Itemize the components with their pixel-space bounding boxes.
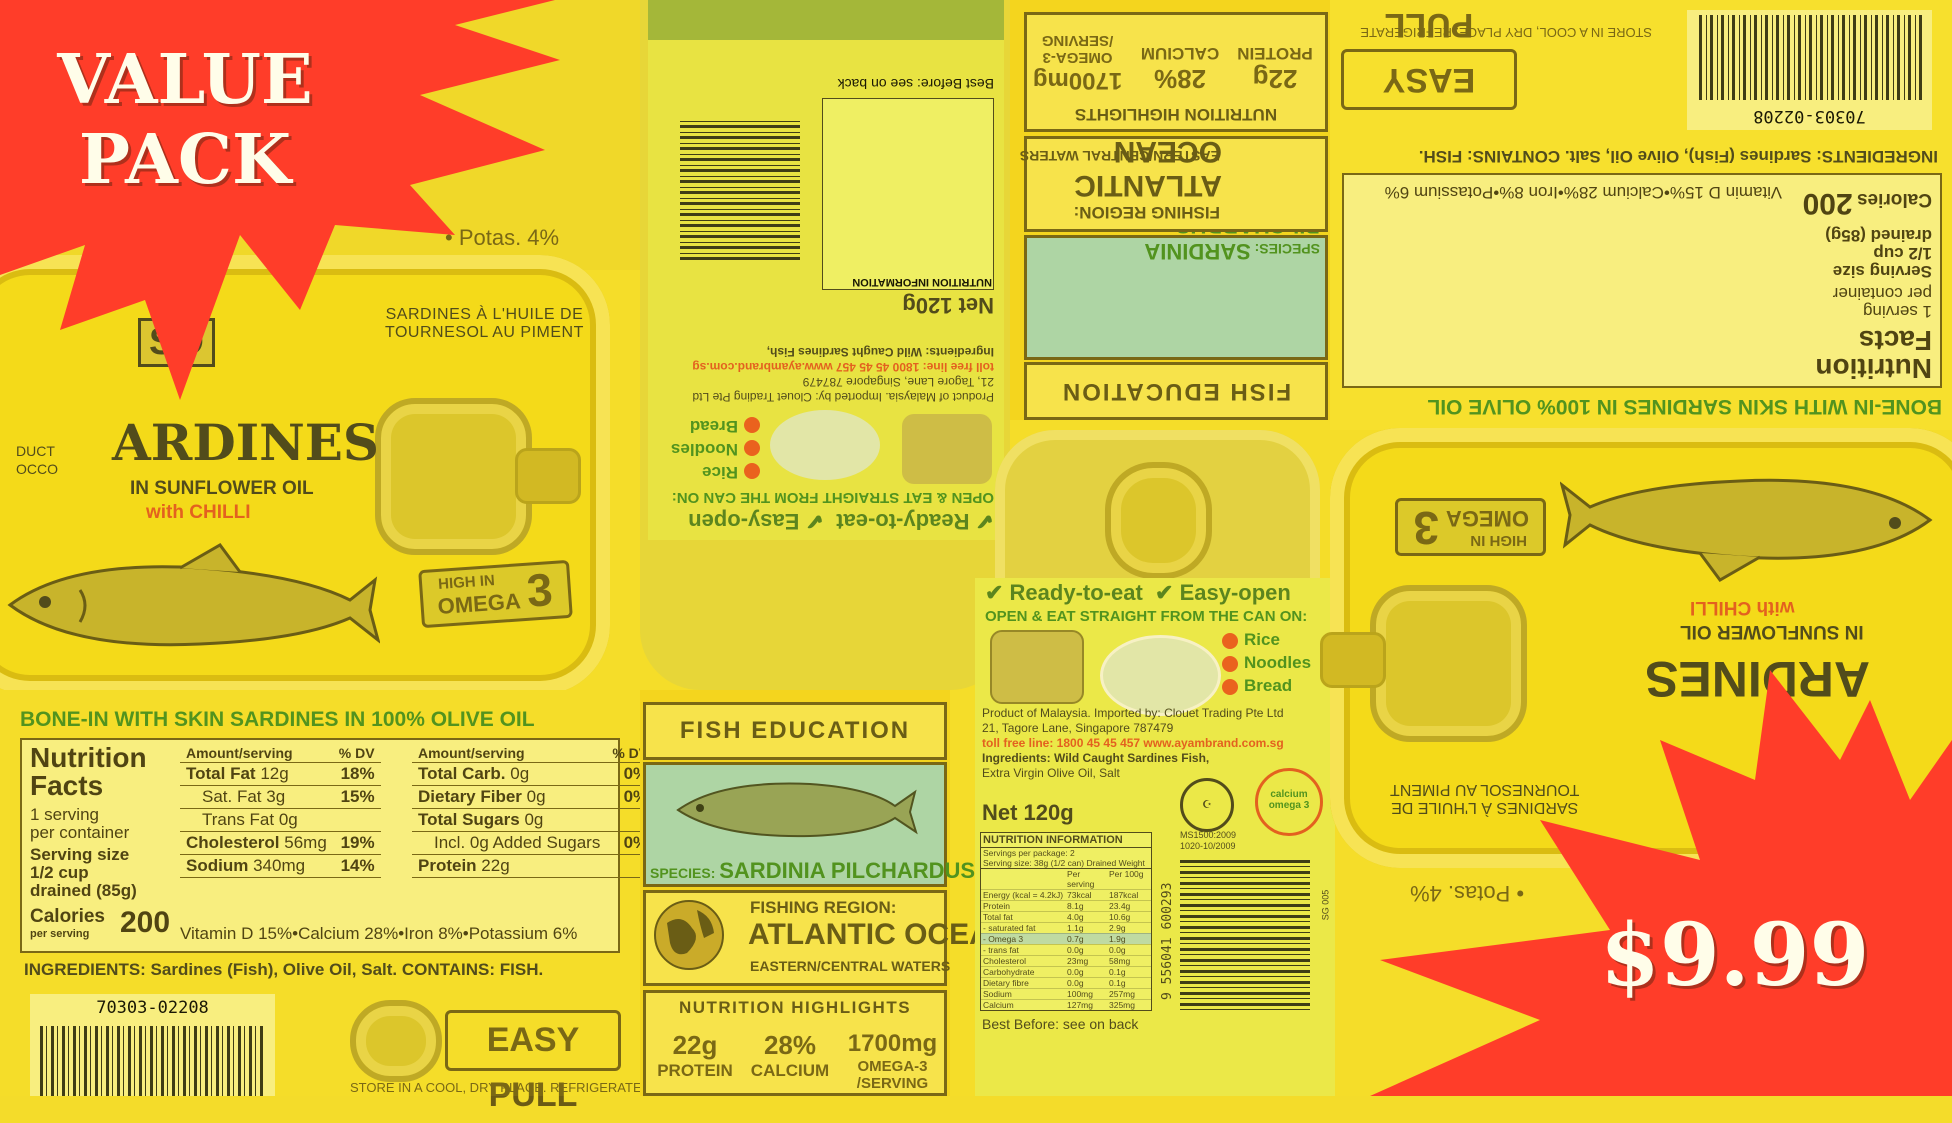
ayam-nutrition-row: Calcium 127mg 325mg — [981, 999, 1151, 1010]
nutrition-table-left-b: Amount/serving% DV Total Carb. 0g 0% Dieta… — [412, 744, 655, 878]
price-burst — [1370, 670, 1952, 1096]
ayam-nutrition-row: Sodium 100mg 257mg — [981, 988, 1151, 999]
nutrition-row: Total Fat 12g 18% — [180, 762, 381, 786]
ingredients-left: INGREDIENTS: Sardines (Fish), Olive Oil,… — [24, 960, 544, 979]
ayam-nutrition-row: - saturated fat 1.1g 2.9g — [981, 922, 1151, 933]
ayam-importer: Product of Malaysia. Imported by: Clouet… — [982, 706, 1284, 780]
can-sub1: IN SUNFLOWER OIL — [130, 478, 314, 499]
ayam-nutrition-row: Carbohydrate 0.0g 0.1g — [981, 966, 1151, 977]
ayam-ready-line: ✔ Ready-to-eat ✔ Easy-open — [985, 580, 1291, 605]
highlight-calcium: 28% CALCIUM — [750, 1030, 830, 1080]
fish-ed-fish-icon — [676, 782, 918, 838]
ayam-can-image — [990, 630, 1084, 704]
ayam-sg-code: SG 005 — [1320, 889, 1331, 921]
easy-pull-ring-left — [350, 1000, 442, 1082]
nutrition-row: Trans Fat 0g — [180, 808, 381, 832]
fish-ed-title: FISH EDUCATION — [643, 702, 947, 760]
omega-badge-right: HIGH IN OMEGA 3 — [1395, 498, 1546, 556]
banner-left: BONE-IN WITH SKIN SARDINES IN 100% OLIVE… — [20, 708, 535, 731]
omega-badge-left: HIGH IN OMEGA 3 — [418, 559, 573, 629]
pull-tab-rivet — [515, 448, 581, 504]
pull-tab-ring[interactable] — [375, 398, 532, 555]
easy-pull-left: EASY PULL — [445, 1010, 621, 1114]
nutrition-row: Total Carb. 0g 0% — [412, 762, 655, 786]
ayam-nutrition-row: Cholesterol 23mg 58mg — [981, 955, 1151, 966]
pull-tab-center — [1105, 462, 1212, 579]
can-origin: DUCT OCCO — [16, 443, 58, 477]
ayam-nutrition-row: - Omega 3 0.7g 1.9g — [981, 933, 1151, 944]
region-name: ATLANTIC OCEAN — [748, 918, 1013, 951]
ayam-barcode-digits: 9 556041 600293 — [1160, 882, 1175, 1000]
nutrition-facts-left: Nutrition Facts 1 serving per container S… — [20, 738, 655, 953]
can-right-sub1: IN SUNFLOWER OIL — [1680, 621, 1864, 642]
nutrition-row: Sodium 340mg 14% — [180, 854, 381, 878]
ayam-flipped: ✔ Ready-to-eat ✔ Easy-open OPEN & EAT ST… — [670, 76, 994, 534]
barcode-ayam — [1180, 860, 1310, 1010]
calcium-badge: calcium omega 3 — [1255, 768, 1323, 836]
nutrition-row: Total Sugars 0g — [412, 808, 655, 832]
ayam-net-weight: Net 120g — [982, 800, 1074, 825]
halal-icon: ☪ — [1180, 778, 1234, 832]
nutrition-row: Cholesterol 56mg 19% — [180, 831, 381, 855]
ayam-nutrition-row: Dietary fibre 0.0g 0.1g — [981, 977, 1151, 988]
can-right-sub2: with CHILLI — [1690, 597, 1795, 618]
ayam-open-line: OPEN & EAT STRAIGHT FROM THE CAN ON: — [985, 608, 1308, 625]
globe-icon — [654, 900, 724, 970]
ayam-food-image — [1100, 635, 1221, 716]
ayam-nutrition-row: - trans fat 0.0g 0.0g — [981, 944, 1151, 955]
nutrition-row: Incl. 0g Added Sugars 0% — [412, 831, 655, 855]
ayam-nutrition-info: NUTRITION INFORMATION Servings per packa… — [980, 832, 1152, 1011]
ayam-nutrition-row: Protein 8.1g 23.4g — [981, 900, 1151, 911]
ayam-nutrition-row: Total fat 4.0g 10.6g — [981, 911, 1151, 922]
highlight-omega: 1700mg OMEGA-3 /SERVING — [847, 1030, 938, 1092]
halal-codes: MS1500:2009 1020-10/2009 — [1180, 830, 1237, 851]
nutrition-row: Protein 22g — [412, 854, 655, 878]
can-sub2: with CHILLI — [146, 502, 251, 523]
sardine-illustration-right — [1560, 478, 1933, 582]
value-pack-headline: VALUE PACK — [57, 40, 313, 200]
nutrition-row: Dietary Fiber 0g 0% — [412, 785, 655, 809]
can-product-name: ARDINES — [112, 413, 380, 472]
ayam-best-before: Best Before: see on back — [982, 1016, 1139, 1032]
storage-left: STORE IN A COOL, DRY PLACE. REFRIGERATE — [350, 1080, 642, 1095]
species-label: SPECIES: SARDINIA PILCHARDUS — [650, 858, 976, 883]
highlight-protein: 22g PROTEIN — [657, 1030, 733, 1080]
nutrition-table-left-a: Amount/serving% DV Total Fat 12g 18% Sat. … — [180, 744, 381, 878]
sardine-illustration-left — [7, 543, 380, 647]
price-label[interactable]: $9.99 — [1600, 905, 1869, 1006]
highlights-title: NUTRITION HIGHLIGHTS — [678, 998, 912, 1017]
nutrition-flipped: BONE-IN WITH SKIN SARDINES IN 100% OLIVE… — [1330, 0, 1952, 430]
barcode-left — [40, 1026, 265, 1096]
region-label: FISHING REGION: — [750, 898, 897, 917]
nutrition-row: Sat. Fat 3g 15% — [180, 785, 381, 809]
ayam-label-top-topband — [648, 0, 1004, 40]
fish-ed-flipped: FISH EDUCATION SPECIES: SARDINIA PILCHAR… — [1018, 0, 1328, 420]
ayam-options: Rice Noodles Bread — [1222, 628, 1311, 697]
region-sub: EASTERN/CENTRAL WATERS — [750, 958, 951, 974]
ayam-nutrition-row: Energy (kcal = 4.2kJ) 73kcal 187kcal — [981, 889, 1151, 900]
